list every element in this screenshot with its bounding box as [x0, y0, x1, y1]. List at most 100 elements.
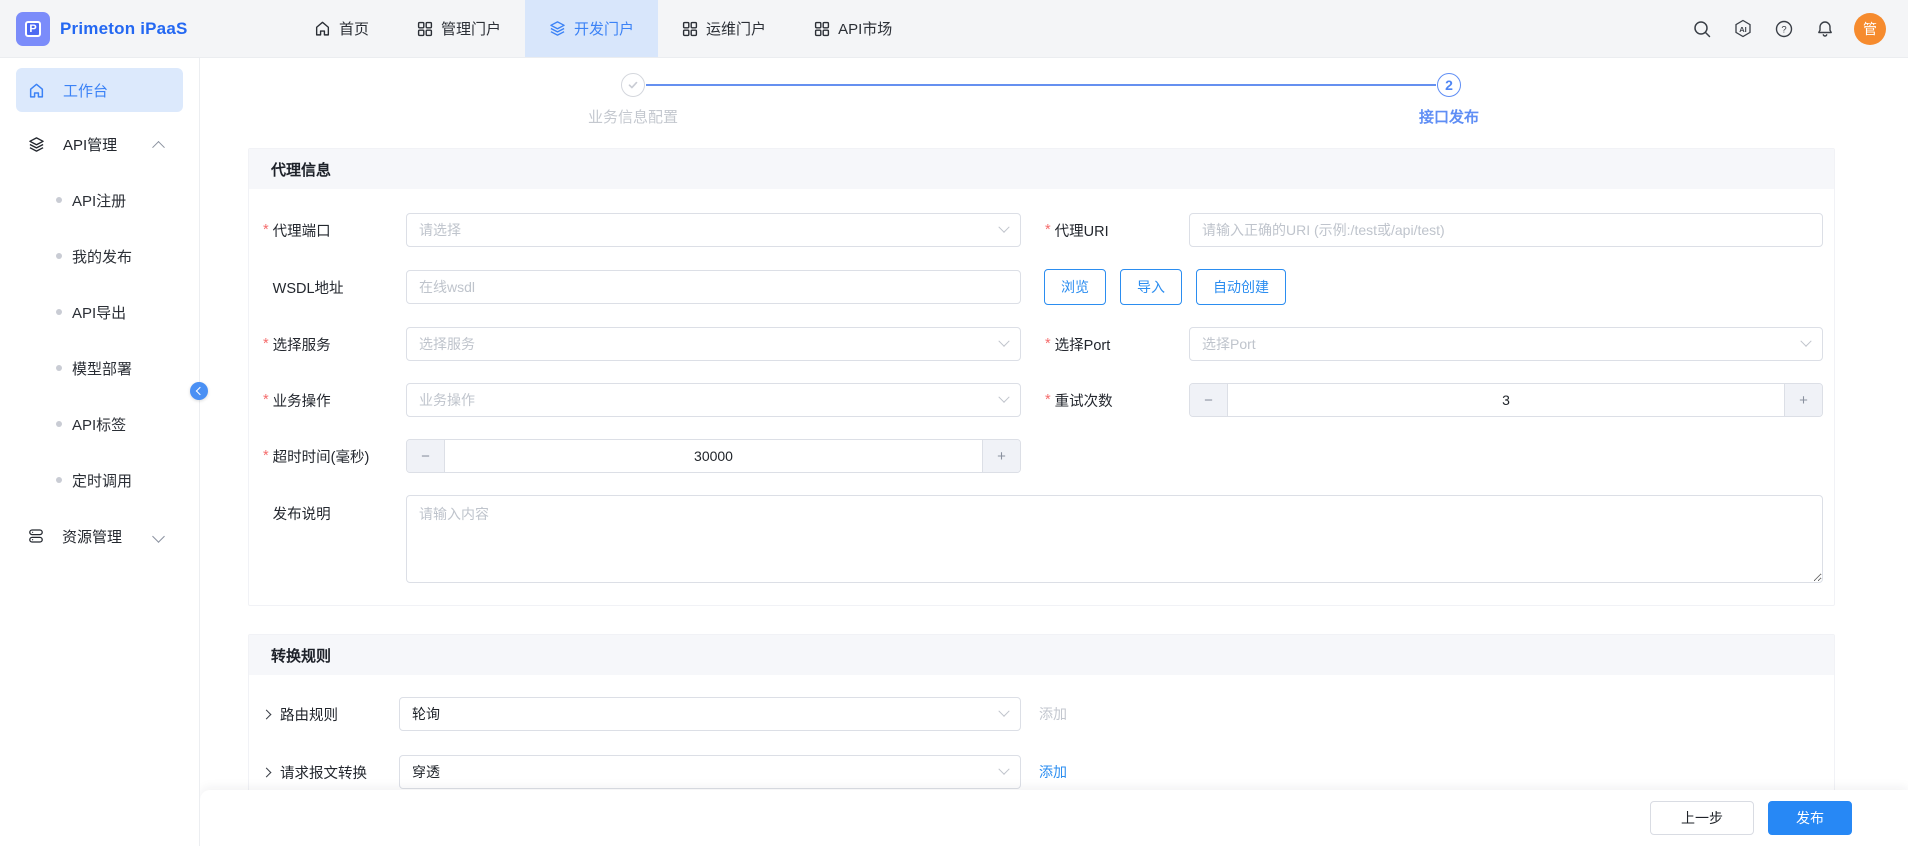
increase-button[interactable]: +	[982, 440, 1020, 472]
browse-button[interactable]: 浏览	[1044, 269, 1106, 305]
proxy-port-select[interactable]: 请选择	[406, 213, 1021, 247]
help-icon[interactable]: ?	[1772, 17, 1796, 41]
top-navbar: P Primeton iPaaS 首页 管理门户 开发门户 运维门户	[0, 0, 1908, 58]
chevron-down-icon	[998, 764, 1009, 775]
nav-item-dev-portal[interactable]: 开发门户	[525, 0, 658, 57]
sidebar-item-label: API导出	[72, 302, 126, 323]
sidebar-item-my-publish[interactable]: 我的发布	[0, 228, 199, 284]
required-mark: *	[263, 222, 269, 238]
bullet-dot	[56, 253, 62, 259]
add-request-transform-link[interactable]: 添加	[1039, 762, 1067, 782]
import-button[interactable]: 导入	[1120, 269, 1182, 305]
nav-item-ops-portal[interactable]: 运维门户	[658, 0, 790, 57]
grid-icon	[682, 21, 698, 37]
user-avatar[interactable]: 管	[1854, 13, 1886, 45]
sidebar-group-label: 资源管理	[62, 526, 122, 547]
brand-name: Primeton iPaaS	[60, 19, 188, 39]
sidebar-item-label: 模型部署	[72, 358, 132, 379]
decrease-button[interactable]: −	[1190, 384, 1228, 416]
retry-count-input[interactable]	[1228, 384, 1784, 416]
home-icon	[314, 20, 331, 37]
ai-icon[interactable]: AI	[1731, 17, 1755, 41]
home-icon	[28, 82, 45, 99]
field-label-request-transform: 请求报文转换	[263, 762, 399, 783]
publish-button[interactable]: 发布	[1768, 801, 1852, 835]
field-label-wsdl: * WSDL地址	[263, 277, 406, 298]
sidebar-item-label: 我的发布	[72, 246, 132, 267]
publish-description-textarea[interactable]	[406, 495, 1823, 583]
routing-rule-select[interactable]: 轮询	[399, 697, 1021, 731]
sidebar-item-api-export[interactable]: API导出	[0, 284, 199, 340]
proxy-uri-input[interactable]	[1189, 213, 1823, 247]
sidebar-item-model-deploy[interactable]: 模型部署	[0, 340, 199, 396]
auto-create-button[interactable]: 自动创建	[1196, 269, 1286, 305]
navbar-actions: AI ? 管	[1690, 0, 1908, 57]
required-mark: *	[263, 336, 269, 352]
field-label-operation: * 业务操作	[263, 390, 406, 411]
layers-icon	[549, 20, 566, 37]
add-routing-rule-link[interactable]: 添加	[1039, 704, 1067, 724]
required-mark: *	[1045, 222, 1051, 238]
bullet-dot	[56, 477, 62, 483]
step-2-label: 接口发布	[1329, 106, 1569, 127]
timeout-input[interactable]	[445, 440, 982, 472]
chevron-down-icon	[998, 706, 1009, 717]
portal-nav: 首页 管理门户 开发门户 运维门户 API市场	[290, 0, 916, 57]
nav-item-label: 运维门户	[706, 18, 766, 39]
increase-button[interactable]: +	[1784, 384, 1822, 416]
bullet-dot	[56, 421, 62, 427]
bell-icon[interactable]	[1813, 17, 1837, 41]
request-transform-select[interactable]: 穿透	[399, 755, 1021, 789]
previous-step-button[interactable]: 上一步	[1650, 801, 1754, 835]
required-mark: *	[263, 448, 269, 464]
sidebar-item-scheduled-call[interactable]: 定时调用	[0, 452, 199, 508]
chevron-right-icon[interactable]	[262, 767, 272, 777]
nav-item-api-market[interactable]: API市场	[790, 0, 916, 57]
field-label-timeout: * 超时时间(毫秒)	[263, 446, 406, 467]
footer-action-bar: 上一步 发布	[200, 790, 1908, 846]
chevron-down-icon	[998, 392, 1009, 403]
database-icon	[28, 528, 44, 544]
brand-logo-icon: P	[16, 12, 50, 46]
chevron-right-icon[interactable]	[262, 709, 272, 719]
sidebar-collapse-handle[interactable]	[190, 382, 208, 400]
required-mark: *	[263, 392, 269, 408]
chevron-down-icon	[998, 336, 1009, 347]
sidebar: 工作台 API管理 API注册 我的发布 API导出	[0, 58, 200, 846]
sidebar-item-label: 工作台	[63, 80, 108, 101]
decrease-button[interactable]: −	[407, 440, 445, 472]
sidebar-item-label: 定时调用	[72, 470, 132, 491]
svg-text:AI: AI	[1739, 24, 1747, 33]
nav-item-admin-portal[interactable]: 管理门户	[393, 0, 525, 57]
sidebar-item-api-register[interactable]: API注册	[0, 172, 199, 228]
bullet-dot	[56, 365, 62, 371]
port-select[interactable]: 选择Port	[1189, 327, 1823, 361]
wsdl-address-input[interactable]	[406, 270, 1021, 304]
grid-icon	[417, 21, 433, 37]
operation-select[interactable]: 业务操作	[406, 383, 1021, 417]
sidebar-group-resource-management[interactable]: 资源管理	[0, 508, 199, 564]
sidebar-item-api-tags[interactable]: API标签	[0, 396, 199, 452]
step-1-circle	[621, 73, 645, 97]
svg-text:?: ?	[1781, 24, 1786, 35]
wizard-stepper: 2 业务信息配置 接口发布	[248, 58, 1835, 148]
chevron-down-icon	[152, 530, 165, 543]
nav-item-label: 开发门户	[574, 18, 634, 39]
service-select[interactable]: 选择服务	[406, 327, 1021, 361]
brand[interactable]: P Primeton iPaaS	[0, 0, 250, 57]
search-icon[interactable]	[1690, 17, 1714, 41]
check-icon	[627, 79, 639, 91]
chevron-up-icon	[152, 140, 165, 153]
nav-item-label: 管理门户	[441, 18, 501, 39]
sidebar-group-api-management[interactable]: API管理	[0, 116, 199, 172]
sidebar-item-workbench[interactable]: 工作台	[16, 68, 183, 112]
nav-item-home[interactable]: 首页	[290, 0, 393, 57]
field-label-service: * 选择服务	[263, 334, 406, 355]
chevron-down-icon	[1800, 336, 1811, 347]
step-1-label: 业务信息配置	[513, 106, 753, 127]
field-label-retry: * 重试次数	[1045, 390, 1189, 411]
field-label-proxy-port: * 代理端口	[263, 220, 406, 241]
main-content: 2 业务信息配置 接口发布 代理信息 * 代理端口 请选择	[200, 58, 1908, 846]
field-label-routing-rule: 路由规则	[263, 704, 399, 725]
grid-icon	[814, 21, 830, 37]
